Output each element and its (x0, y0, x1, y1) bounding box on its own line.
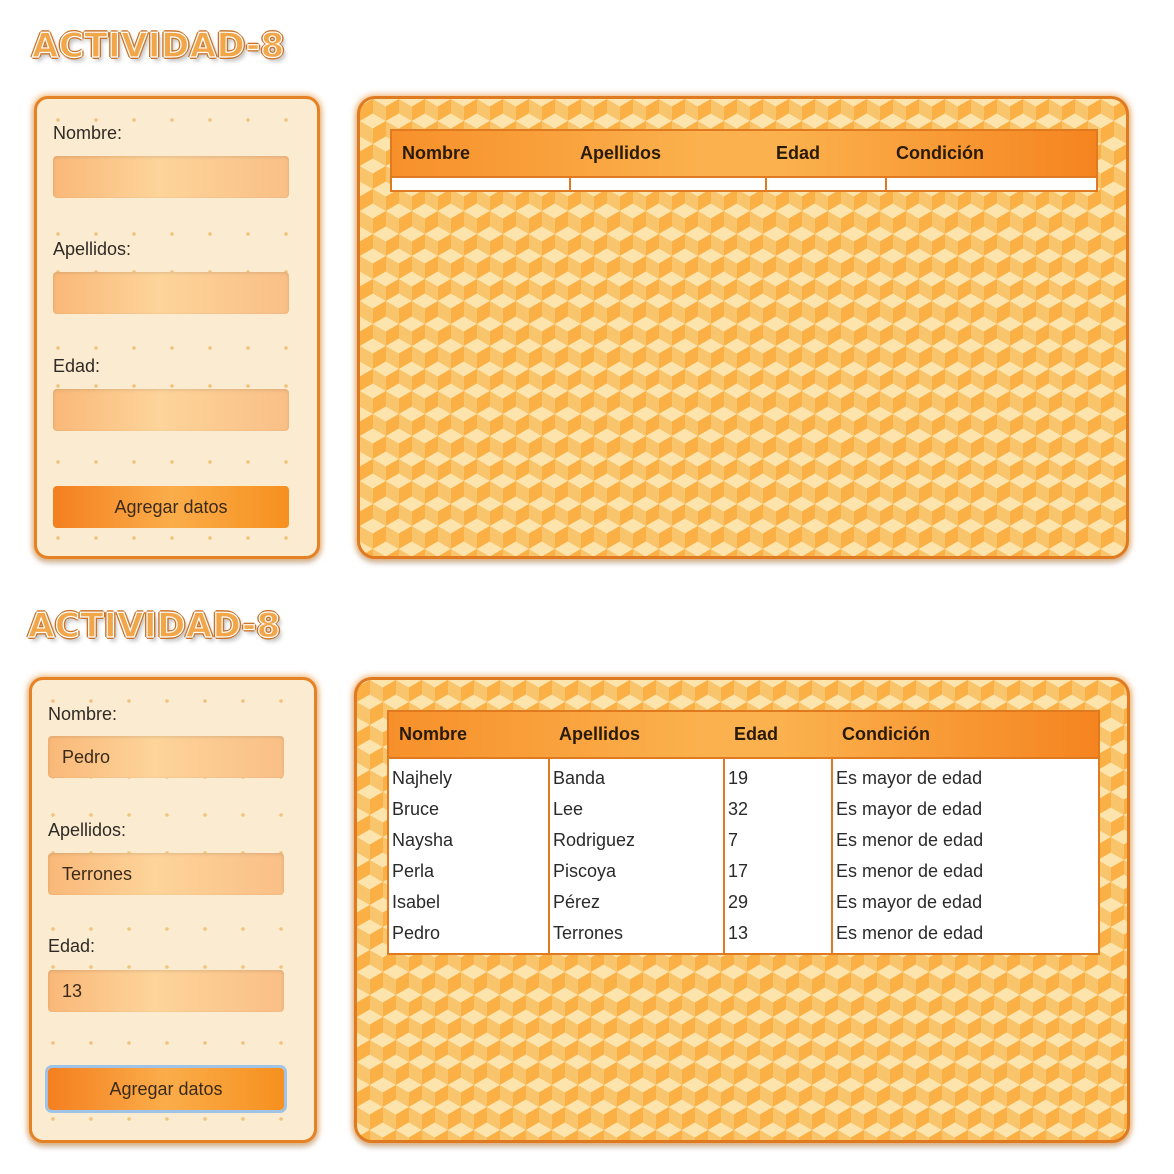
cell-nombre: Najhely (392, 768, 453, 788)
cell-apellidos: Piscoya (548, 856, 724, 887)
table-empty-row (391, 177, 1097, 191)
header-nombre: Nombre (388, 711, 549, 759)
table-row: Bruce Lee 32 Es mayor de edad (388, 794, 1099, 825)
apellidos-input[interactable] (53, 272, 289, 314)
cell-apellidos: Terrones (548, 918, 724, 954)
table-row: Naysha Rodriguez 7 Es menor de edad (388, 825, 1099, 856)
cell-condicion: Es menor de edad (831, 825, 1099, 856)
cell-condicion: Es mayor de edad (831, 758, 1099, 794)
cell-nombre: Perla (392, 861, 435, 881)
cell-condicion: Es menor de edad (831, 856, 1099, 887)
table-panel: Nombre Apellidos Edad Condición (357, 96, 1129, 559)
nombre-input[interactable] (53, 156, 289, 198)
page-title: ACTIVIDAD-8 (31, 25, 285, 66)
table-row: Perla Piscoya 17 Es menor de edad (388, 856, 1099, 887)
header-nombre: Nombre (391, 130, 570, 178)
cell-edad: 17 (723, 856, 832, 887)
apellidos-label: Apellidos: (53, 239, 132, 259)
table-header-row: Nombre Apellidos Edad Condición (388, 711, 1099, 759)
cell-apellidos: Pérez (548, 887, 724, 918)
header-apellidos: Apellidos (549, 711, 724, 759)
cell-condicion: Es mayor de edad (831, 887, 1099, 918)
cell-edad: 7 (723, 825, 832, 856)
cell-edad: 32 (723, 794, 832, 825)
activity-section-empty: ACTIVIDAD-8 Nombre: Apellidos: Edad: Agr… (0, 0, 1174, 580)
edad-input[interactable] (48, 970, 284, 1012)
table-row: Pedro Terrones 13 Es menor de edad (388, 918, 1099, 954)
nombre-input[interactable] (48, 736, 284, 778)
activity-section-filled: ACTIVIDAD-8 Nombre: Apellidos: Edad: Agr… (0, 580, 1174, 1174)
apellidos-input[interactable] (48, 853, 284, 895)
apellidos-label: Apellidos: (48, 820, 127, 840)
table-row: Isabel Pérez 29 Es mayor de edad (388, 887, 1099, 918)
cell-edad: 19 (723, 758, 832, 794)
cell-apellidos: Rodriguez (548, 825, 724, 856)
cell-condicion: Es mayor de edad (831, 794, 1099, 825)
cell-apellidos: Banda (548, 758, 724, 794)
edad-label: Edad: (53, 356, 101, 376)
cell-nombre: Pedro (392, 923, 441, 943)
data-table: Nombre Apellidos Edad Condición Najhely … (387, 710, 1100, 955)
table-row: Najhely Banda 19 Es mayor de edad (388, 758, 1099, 794)
cell-nombre: Naysha (392, 830, 454, 850)
data-table: Nombre Apellidos Edad Condición (390, 129, 1098, 192)
cell-edad: 13 (723, 918, 832, 954)
data-form: Nombre: Apellidos: Edad: Agregar datos (29, 677, 317, 1143)
page-title: ACTIVIDAD-8 (27, 605, 281, 646)
table-header-row: Nombre Apellidos Edad Condición (391, 130, 1097, 178)
header-condicion: Condición (832, 711, 1099, 759)
cell-apellidos: Lee (548, 794, 724, 825)
cell-condicion: Es menor de edad (831, 918, 1099, 954)
table-panel: Nombre Apellidos Edad Condición Najhely … (354, 677, 1130, 1143)
header-edad: Edad (724, 711, 832, 759)
cell-nombre: Isabel (392, 892, 441, 912)
agregar-datos-button[interactable]: Agregar datos (48, 1068, 284, 1110)
nombre-label: Nombre: (48, 704, 118, 724)
edad-label: Edad: (48, 936, 96, 956)
agregar-datos-button[interactable]: Agregar datos (53, 486, 289, 528)
cell-nombre: Bruce (392, 799, 440, 819)
header-apellidos: Apellidos (570, 130, 766, 178)
data-form: Nombre: Apellidos: Edad: Agregar datos (34, 96, 320, 559)
header-edad: Edad (766, 130, 886, 178)
nombre-label: Nombre: (53, 123, 123, 143)
cell-edad: 29 (723, 887, 832, 918)
edad-input[interactable] (53, 389, 289, 431)
header-condicion: Condición (886, 130, 1097, 178)
